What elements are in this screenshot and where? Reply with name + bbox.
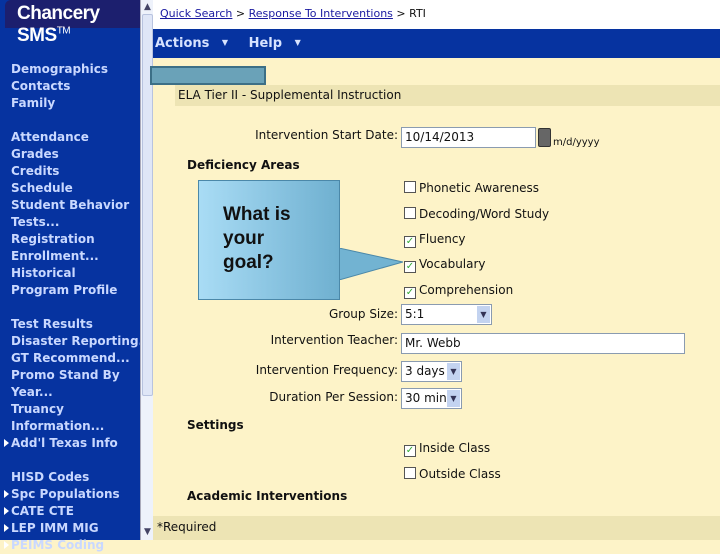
sidebar-item[interactable]: LEP IMM MIG bbox=[0, 520, 140, 537]
chevron-down-icon: ▼ bbox=[221, 38, 229, 47]
frequency-label: Intervention Frequency: bbox=[255, 363, 398, 377]
footer: *Required bbox=[153, 516, 720, 540]
checkbox-unchecked[interactable] bbox=[404, 207, 416, 219]
frequency-select[interactable]: 3 days ▼ bbox=[401, 361, 462, 382]
checkbox-label: Comprehension bbox=[419, 283, 514, 297]
sidebar-item[interactable]: Disaster Reporting... bbox=[0, 333, 140, 350]
group-size-select[interactable]: 5:1 ▼ bbox=[401, 304, 492, 325]
sidebar-item[interactable]: Year... bbox=[0, 384, 140, 401]
checkbox-item[interactable]: Phonetic Awareness bbox=[404, 181, 539, 195]
settings-heading: Settings bbox=[187, 418, 244, 432]
checkbox-item[interactable]: ✓ Fluency bbox=[404, 232, 466, 248]
toolbar: Actions ▼ Help ▼ bbox=[153, 29, 720, 58]
checkbox-item[interactable]: Outside Class bbox=[404, 467, 501, 481]
chevron-down-icon[interactable]: ▼ bbox=[477, 306, 490, 323]
academic-heading: Academic Interventions bbox=[187, 489, 348, 503]
checkbox-item[interactable]: ✓ Inside Class bbox=[404, 441, 490, 457]
breadcrumb: Quick Search > Response To Interventions… bbox=[153, 0, 720, 29]
teacher-input[interactable]: Mr. Webb bbox=[401, 333, 685, 354]
actions-menu[interactable]: Actions ▼ bbox=[155, 36, 236, 51]
breadcrumb-quick-search[interactable]: Quick Search bbox=[160, 7, 232, 20]
sidebar: Chancery SMSTM Demographics Contacts Famil… bbox=[0, 0, 140, 552]
duration-select[interactable]: 30 min ▼ bbox=[401, 388, 462, 409]
sidebar-item[interactable]: Registration bbox=[0, 231, 140, 248]
checkbox-item[interactable]: ✓ Vocabulary bbox=[404, 257, 486, 273]
scroll-down-icon[interactable]: ▼ bbox=[142, 526, 153, 538]
date-format-hint: m/d/yyyy bbox=[553, 137, 600, 148]
callout-pointer bbox=[339, 248, 403, 280]
help-menu[interactable]: Help ▼ bbox=[249, 36, 309, 51]
sidebar-item[interactable]: Schedule bbox=[0, 180, 140, 197]
duration-label: Duration Per Session: bbox=[269, 390, 398, 404]
deficiency-heading: Deficiency Areas bbox=[187, 158, 300, 172]
checkbox-unchecked[interactable] bbox=[404, 467, 416, 479]
sidebar-item[interactable]: Truancy bbox=[0, 401, 140, 418]
sidebar-item[interactable]: Family bbox=[0, 95, 140, 112]
checkbox-checked[interactable]: ✓ bbox=[404, 236, 416, 248]
group-size-label: Group Size: bbox=[328, 307, 398, 321]
checkbox-label: Vocabulary bbox=[419, 257, 486, 271]
calendar-icon[interactable] bbox=[538, 128, 551, 147]
sidebar-item[interactable]: Information... bbox=[0, 418, 140, 435]
sidebar-item[interactable]: Add'l Texas Info bbox=[0, 435, 140, 452]
chevron-down-icon[interactable]: ▼ bbox=[447, 363, 460, 380]
sidebar-item[interactable]: HISD Codes bbox=[0, 469, 140, 486]
checkbox-label: Outside Class bbox=[419, 467, 501, 481]
checkbox-label: Decoding/Word Study bbox=[419, 207, 550, 221]
sidebar-item[interactable]: Spc Populations bbox=[0, 486, 140, 503]
teacher-label: Intervention Teacher: bbox=[270, 333, 398, 347]
sidebar-item[interactable]: Program Profile bbox=[0, 282, 140, 299]
sidebar-item[interactable]: Credits bbox=[0, 163, 140, 180]
highlight-box bbox=[150, 66, 266, 85]
chevron-down-icon[interactable]: ▼ bbox=[447, 390, 460, 407]
sidebar-item[interactable]: Enrollment... bbox=[0, 248, 140, 265]
checkbox-unchecked[interactable] bbox=[404, 181, 416, 193]
sidebar-item[interactable]: Demographics bbox=[0, 61, 140, 78]
sidebar-item[interactable]: Attendance bbox=[0, 129, 140, 146]
logo: Chancery SMSTM bbox=[5, 0, 140, 46]
sidebar-item[interactable]: Student Behavior bbox=[0, 197, 140, 214]
sidebar-nav: Demographics Contacts Family Attendance Grad… bbox=[0, 61, 140, 554]
sidebar-item[interactable]: Promo Stand By bbox=[0, 367, 140, 384]
checkbox-label: Fluency bbox=[419, 232, 466, 246]
checkbox-checked[interactable]: ✓ bbox=[404, 287, 416, 299]
sidebar-item[interactable]: Contacts bbox=[0, 78, 140, 95]
sidebar-item[interactable]: Tests... bbox=[0, 214, 140, 231]
sidebar-item[interactable]: GT Recommend... bbox=[0, 350, 140, 367]
breadcrumb-rti[interactable]: Response To Interventions bbox=[249, 7, 393, 20]
start-date-input[interactable]: 10/14/2013 bbox=[401, 127, 536, 148]
checkbox-label: Inside Class bbox=[419, 441, 491, 455]
checkbox-label: Phonetic Awareness bbox=[419, 181, 540, 195]
start-date-label: Intervention Start Date: bbox=[255, 128, 398, 142]
checkbox-checked[interactable]: ✓ bbox=[404, 261, 416, 273]
checkbox-item[interactable]: ✓ Comprehension bbox=[404, 283, 513, 299]
checkbox-checked[interactable]: ✓ bbox=[404, 445, 416, 457]
chevron-down-icon: ▼ bbox=[294, 38, 301, 47]
sidebar-item[interactable]: Test Results bbox=[0, 316, 140, 333]
sidebar-item[interactable]: CATE CTE bbox=[0, 503, 140, 520]
scroll-up-icon[interactable]: ▲ bbox=[142, 1, 153, 13]
callout-box: What is your goal? bbox=[198, 180, 340, 300]
sidebar-item[interactable]: Grades bbox=[0, 146, 140, 163]
section-title: ELA Tier II - Supplemental Instruction bbox=[175, 85, 720, 106]
checkbox-item[interactable]: Decoding/Word Study bbox=[404, 207, 549, 221]
sidebar-item[interactable]: Historical bbox=[0, 265, 140, 282]
breadcrumb-current: RTI bbox=[409, 7, 426, 20]
